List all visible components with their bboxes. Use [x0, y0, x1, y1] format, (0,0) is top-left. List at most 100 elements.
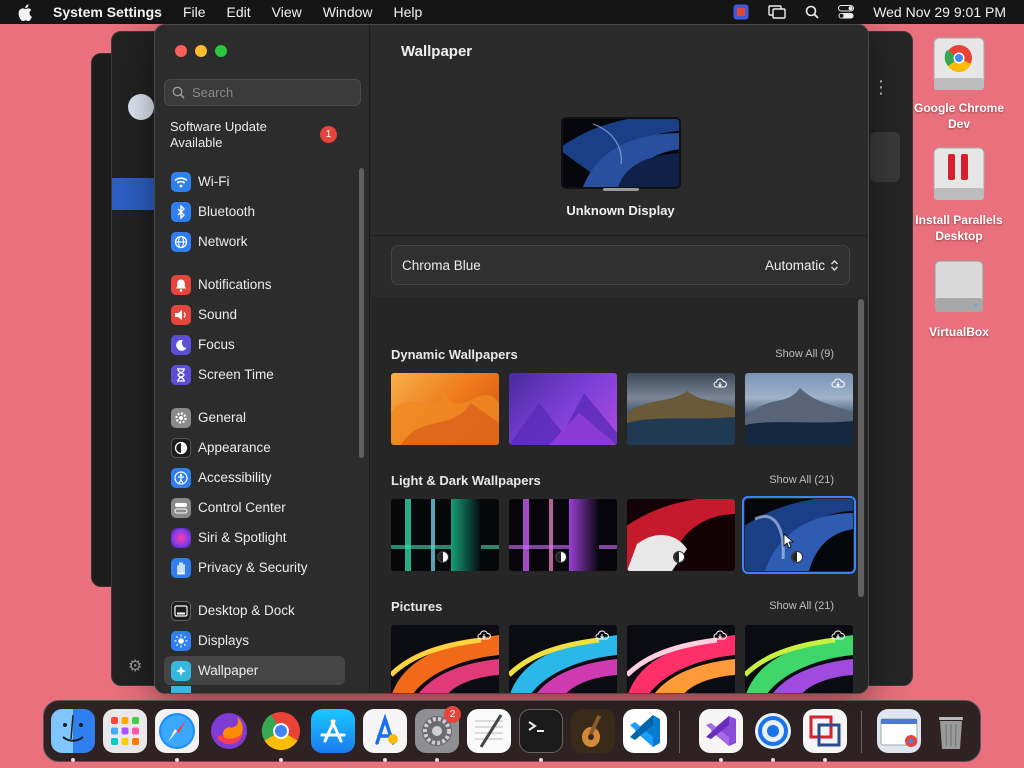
dock-parallels-icon[interactable]	[803, 709, 847, 753]
sidebar-item-appearance[interactable]: Appearance	[164, 433, 345, 462]
running-indicator	[175, 758, 179, 762]
sidebar-item-general[interactable]: General	[164, 403, 345, 432]
zoom-window-button[interactable]	[215, 45, 227, 57]
dock-divider	[679, 711, 680, 753]
spotlight-search-icon[interactable]	[805, 5, 819, 19]
sidebar-scrollbar[interactable]	[359, 168, 364, 458]
dock-app-store-icon[interactable]	[311, 709, 355, 753]
sidebar-item-label: Wallpaper	[198, 663, 259, 678]
sidebar-item-notifications[interactable]: Notifications	[164, 270, 345, 299]
wallpaper-thumb-ventura-purple[interactable]	[509, 373, 617, 445]
display-stand	[603, 188, 639, 191]
show-all-light-dark-button[interactable]: Show All (21)	[769, 474, 834, 486]
dock-launchpad-icon[interactable]	[103, 709, 147, 753]
sidebar-item-control-center[interactable]: Control Center	[164, 493, 345, 522]
screen-mirroring-icon[interactable]	[768, 5, 786, 19]
wallpaper-thumb-chroma-red[interactable]	[627, 499, 735, 571]
wallpaper-thumb-ventura-orange[interactable]	[391, 373, 499, 445]
globe-icon	[171, 231, 191, 252]
light-dark-badge-icon	[791, 551, 803, 563]
desktop-icon-parallels[interactable]: Install Parallels Desktop	[909, 146, 1009, 244]
parallels-status-icon[interactable]	[733, 4, 749, 20]
dock-instruments-icon[interactable]	[363, 709, 407, 753]
sidebar-item-focus[interactable]: Focus	[164, 330, 345, 359]
settings-notification-badge: 2	[444, 706, 461, 723]
wallpaper-thumb-monterey-island[interactable]	[627, 373, 735, 445]
sidebar-item-desktop-dock[interactable]: Desktop & Dock	[164, 596, 345, 625]
dock-trash-icon[interactable]	[929, 709, 973, 753]
cloud-download-icon	[713, 630, 727, 640]
wallpaper-thumb-swirl-cyan[interactable]	[509, 625, 617, 693]
dock-vscode-icon[interactable]	[623, 709, 667, 753]
dock-garageband-icon[interactable]	[571, 709, 615, 753]
wallpaper-thumb-swirl-orange[interactable]	[391, 625, 499, 693]
menu-file[interactable]: File	[183, 4, 206, 20]
control-center-icon[interactable]	[838, 5, 855, 19]
display-name: Unknown Display	[566, 203, 675, 218]
update-count-badge: 1	[320, 126, 337, 143]
sidebar-item-label: Wi-Fi	[198, 174, 230, 189]
search-field[interactable]: Search	[164, 79, 361, 106]
sidebar-item-bluetooth[interactable]: Bluetooth	[164, 197, 345, 226]
apple-menu-icon[interactable]	[18, 3, 36, 21]
dock-visual-studio-icon[interactable]	[699, 709, 743, 753]
dock-finder-icon[interactable]	[51, 709, 95, 753]
appearance-mode-popup[interactable]: Automatic	[765, 258, 839, 273]
system-settings-window: Search Software Update Available 1 Wi-Fi…	[154, 24, 869, 694]
dock-chrome-remote-icon[interactable]	[751, 709, 795, 753]
menu-edit[interactable]: Edit	[227, 4, 251, 20]
desktop-icon-chrome-dev[interactable]: Google Chrome Dev	[909, 34, 1009, 132]
menu-bar-clock[interactable]: Wed Nov 29 9:01 PM	[873, 4, 1006, 20]
gallery-scrollbar[interactable]	[858, 299, 864, 597]
sun-icon	[171, 630, 191, 651]
wallpaper-thumb-swirl-green[interactable]	[745, 625, 853, 693]
sidebar-item-label: Privacy & Security	[198, 560, 308, 575]
hourglass-icon	[171, 364, 191, 385]
sidebar-item-sound[interactable]: Sound	[164, 300, 345, 329]
app-menu[interactable]: System Settings	[53, 4, 162, 20]
dock-terminal-icon[interactable]	[519, 709, 563, 753]
sidebar-item-label: Sound	[198, 307, 238, 322]
sidebar-item-displays[interactable]: Displays	[164, 626, 345, 655]
menu-view[interactable]: View	[272, 4, 302, 20]
wallpaper-selector[interactable]: Chroma Blue Automatic	[391, 245, 850, 285]
sidebar-item-wifi[interactable]: Wi-Fi	[164, 167, 345, 196]
sidebar-item-accessibility[interactable]: Accessibility	[164, 463, 345, 492]
dock-firefox-icon[interactable]	[207, 709, 251, 753]
close-window-button[interactable]	[175, 45, 187, 57]
wallpaper-thumb-catalina-island[interactable]	[745, 373, 853, 445]
desktop-icon-virtualbox[interactable]: VirtualBox	[909, 258, 1009, 340]
menu-window[interactable]: Window	[323, 4, 373, 20]
search-placeholder: Search	[192, 85, 234, 100]
minimize-window-button[interactable]	[195, 45, 207, 57]
appearance-mode-value: Automatic	[764, 257, 825, 273]
wallpaper-thumb-chroma-purple[interactable]	[509, 499, 617, 571]
wallpaper-thumb-chroma-green[interactable]	[391, 499, 499, 571]
app-store-avatar-icon	[128, 94, 154, 120]
running-indicator	[823, 758, 827, 762]
menu-help[interactable]: Help	[394, 4, 423, 20]
sidebar-item-privacy-security[interactable]: Privacy & Security	[164, 553, 345, 582]
wallpaper-thumb-chroma-blue[interactable]	[742, 496, 856, 574]
running-indicator	[383, 758, 387, 762]
sidebar-item-siri-spotlight[interactable]: Siri & Spotlight	[164, 523, 345, 552]
sidebar-item-label: Desktop & Dock	[198, 603, 295, 618]
dock-minimized-window-icon[interactable]	[877, 709, 921, 753]
background-window-sidebar	[112, 32, 160, 685]
dock-safari-icon[interactable]	[155, 709, 199, 753]
show-all-dynamic-button[interactable]: Show All (9)	[775, 348, 834, 360]
gear-icon	[171, 407, 191, 428]
software-update-banner[interactable]: Software Update Available 1	[170, 119, 350, 151]
running-indicator	[71, 758, 75, 762]
sidebar-item-network[interactable]: Network	[164, 227, 345, 256]
sidebar-item-screen-time[interactable]: Screen Time	[164, 360, 345, 389]
show-all-pictures-button[interactable]: Show All (21)	[769, 600, 834, 612]
sidebar-item-label: Bluetooth	[198, 204, 256, 219]
wallpaper-pane: Wallpaper Unknown Display Chroma Blue Au…	[371, 25, 868, 693]
wallpaper-thumb-swirl-pink[interactable]	[627, 625, 735, 693]
sidebar-item-wallpaper[interactable]: Wallpaper	[164, 656, 345, 685]
dock-textedit-icon[interactable]	[467, 709, 511, 753]
sidebar-item-label: Focus	[198, 337, 235, 352]
running-indicator	[279, 758, 283, 762]
dock-chrome-icon[interactable]	[259, 709, 303, 753]
